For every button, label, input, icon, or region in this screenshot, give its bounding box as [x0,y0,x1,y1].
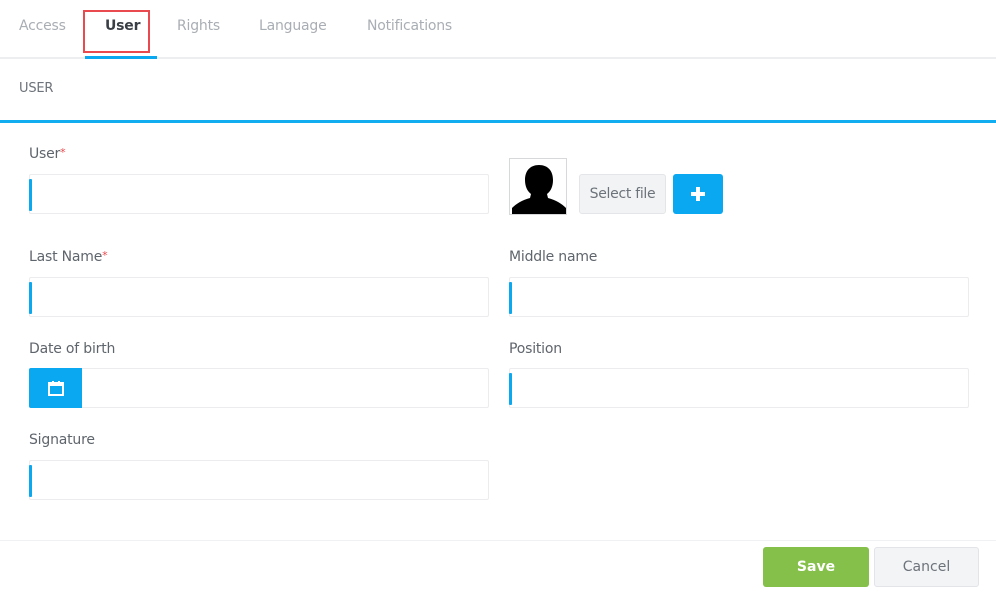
position-field[interactable] [509,368,969,408]
user-label-text: User [29,146,61,162]
signature-input[interactable] [30,461,488,499]
required-mark: * [102,249,108,262]
tab-bar: Access User Rights Language Notification… [0,0,996,59]
tab-notifications[interactable]: Notifications [367,18,452,34]
signature-label: Signature [29,432,95,448]
tab-language[interactable]: Language [259,18,327,34]
plus-icon [691,187,705,201]
last-name-label-text: Last Name [29,249,103,265]
middle-name-field[interactable] [509,277,969,317]
active-tab-underline [85,56,157,59]
calendar-button[interactable] [29,368,82,408]
date-of-birth-field[interactable] [29,368,489,408]
section-divider [0,120,996,123]
active-tab-highlight-box [83,10,150,53]
last-name-field[interactable] [29,277,489,317]
position-input[interactable] [510,369,968,407]
tab-access[interactable]: Access [19,18,66,34]
avatar [509,158,567,215]
signature-field[interactable] [29,460,489,500]
tab-rights[interactable]: Rights [177,18,220,34]
date-of-birth-input[interactable] [30,369,488,407]
user-input[interactable] [30,175,488,213]
user-field[interactable] [29,174,489,214]
required-mark: * [60,146,66,159]
section-title: USER [19,81,54,96]
position-label: Position [509,341,562,357]
cancel-button[interactable]: Cancel [874,547,979,587]
add-photo-button[interactable] [673,174,723,214]
middle-name-input[interactable] [510,278,968,316]
last-name-label: Last Name* [29,249,108,265]
user-label: User* [29,146,66,162]
save-button[interactable]: Save [763,547,869,587]
footer-divider [0,540,996,541]
calendar-icon [47,380,64,396]
select-file-button[interactable]: Select file [579,174,666,214]
user-silhouette-icon [512,165,566,214]
last-name-input[interactable] [30,278,488,316]
middle-name-label: Middle name [509,249,598,265]
date-of-birth-label: Date of birth [29,341,116,357]
